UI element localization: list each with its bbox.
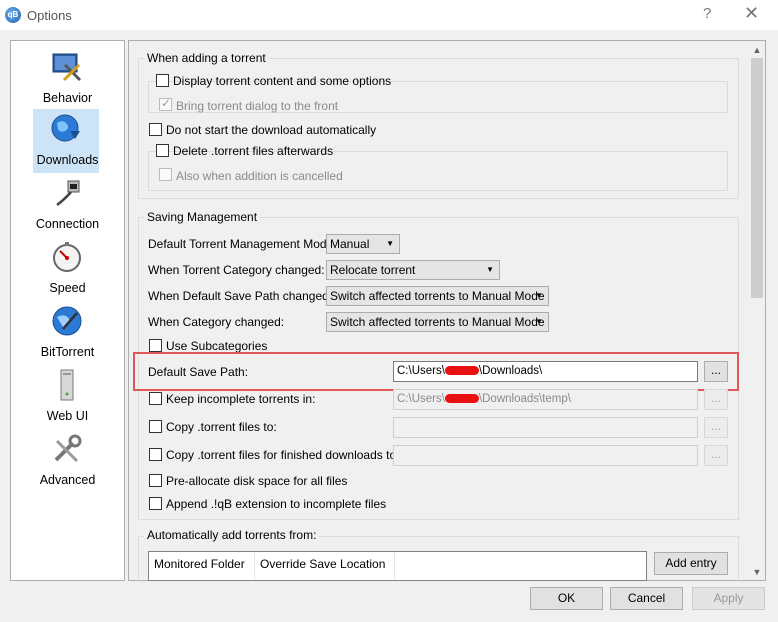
keep-incomplete-checkbox[interactable] bbox=[149, 392, 162, 405]
column-header-monitored-folder[interactable]: Monitored Folder bbox=[149, 552, 255, 579]
nav-label: Speed bbox=[49, 281, 86, 295]
help-button[interactable]: ? bbox=[703, 5, 711, 22]
delete-files-checkbox[interactable] bbox=[156, 144, 169, 157]
options-category-list: Behavior Downloads Connection Speed BitT… bbox=[10, 40, 125, 581]
dropdown-value: Switch affected torrents to Manual Mode bbox=[330, 315, 545, 329]
add-entry-button[interactable]: Add entry bbox=[654, 552, 728, 575]
chevron-down-icon: ▼ bbox=[535, 317, 543, 326]
nav-label: Connection bbox=[35, 217, 100, 231]
auto-add-title: Automatically add torrents from: bbox=[144, 528, 320, 542]
copy-torrent-checkbox[interactable] bbox=[149, 420, 162, 433]
default-path-changed-label: When Default Save Path changed: bbox=[148, 289, 333, 303]
append-ext-label: Append .!qB extension to incomplete file… bbox=[166, 497, 387, 511]
behavior-icon bbox=[52, 53, 82, 82]
append-ext-checkbox[interactable] bbox=[149, 497, 162, 510]
display-content-label: Display torrent content and some options bbox=[173, 74, 392, 88]
nav-label: Downloads bbox=[36, 153, 99, 167]
also-cancelled-label: Also when addition is cancelled bbox=[176, 169, 343, 183]
annotation-highlight-box bbox=[133, 352, 739, 391]
delete-files-label: Delete .torrent files afterwards bbox=[173, 144, 334, 158]
keep-incomplete-input[interactable]: C:\Users\ \Downloads\temp\ bbox=[393, 389, 698, 410]
options-window: qB Options ? ✕ Behavior Downloads Connec… bbox=[0, 0, 778, 622]
adding-torrent-group-title: When adding a torrent bbox=[144, 51, 269, 65]
saving-management-title: Saving Management bbox=[144, 210, 261, 224]
also-cancelled-checkbox[interactable] bbox=[159, 168, 172, 181]
nav-item-advanced[interactable]: Advanced bbox=[11, 429, 124, 493]
no-start-label: Do not start the download automatically bbox=[166, 123, 377, 137]
nav-item-bittorrent[interactable]: BitTorrent bbox=[11, 301, 124, 365]
torrent-management-mode-dropdown[interactable]: Manual ▼ bbox=[326, 234, 400, 254]
nav-item-downloads[interactable]: Downloads bbox=[11, 109, 124, 173]
cancel-button[interactable]: Cancel bbox=[610, 587, 683, 610]
nav-item-webui[interactable]: Web UI bbox=[11, 365, 124, 429]
copy-torrent-input[interactable] bbox=[393, 417, 698, 438]
dropdown-value: Relocate torrent bbox=[330, 263, 416, 277]
category-changed-dropdown[interactable]: Relocate torrent ▼ bbox=[326, 260, 500, 280]
window-title: Options bbox=[27, 8, 72, 23]
use-subcategories-label: Use Subcategories bbox=[166, 339, 268, 353]
dropdown-value: Switch affected torrents to Manual Mode bbox=[330, 289, 545, 303]
keep-incomplete-label: Keep incomplete torrents in: bbox=[166, 392, 316, 406]
default-path-changed-dropdown[interactable]: Switch affected torrents to Manual Mode ▼ bbox=[326, 286, 549, 306]
use-subcategories-checkbox[interactable] bbox=[149, 339, 162, 352]
nav-label: BitTorrent bbox=[40, 345, 95, 359]
dropdown-value: Manual bbox=[330, 237, 370, 251]
qbittorrent-app-icon: qB bbox=[5, 7, 21, 23]
preallocate-checkbox[interactable] bbox=[149, 474, 162, 487]
nav-item-behavior[interactable]: Behavior bbox=[11, 47, 124, 111]
title-bar: qB Options ? ✕ bbox=[0, 0, 778, 30]
no-start-checkbox[interactable] bbox=[149, 123, 162, 136]
category-path-changed-label: When Category changed: bbox=[148, 315, 285, 329]
apply-button[interactable]: Apply bbox=[692, 587, 765, 610]
bring-front-checkbox[interactable] bbox=[159, 96, 172, 111]
chevron-down-icon: ▼ bbox=[486, 265, 494, 274]
copy-finished-checkbox[interactable] bbox=[149, 448, 162, 461]
connection-icon bbox=[56, 180, 80, 206]
nav-item-connection[interactable]: Connection bbox=[11, 173, 124, 237]
nav-label: Web UI bbox=[46, 409, 89, 423]
scroll-up-icon[interactable]: ▲ bbox=[751, 44, 763, 56]
monitored-folders-table[interactable]: Monitored Folder Override Save Location bbox=[148, 551, 647, 581]
scrollbar-thumb[interactable] bbox=[751, 58, 763, 298]
category-changed-label: When Torrent Category changed: bbox=[148, 263, 325, 277]
copy-finished-label: Copy .torrent files for finished downloa… bbox=[166, 448, 400, 462]
path-prefix: C:\Users\ bbox=[397, 393, 445, 405]
close-button[interactable]: ✕ bbox=[744, 3, 759, 24]
keep-incomplete-browse-button[interactable]: ... bbox=[704, 389, 728, 410]
ok-button[interactable]: OK bbox=[530, 587, 603, 610]
category-path-changed-dropdown[interactable]: Switch affected torrents to Manual Mode ▼ bbox=[326, 312, 549, 332]
column-header-override-location[interactable]: Override Save Location bbox=[255, 552, 395, 579]
copy-torrent-browse-button[interactable]: ... bbox=[704, 417, 728, 438]
chevron-down-icon: ▼ bbox=[535, 291, 543, 300]
scroll-down-icon[interactable]: ▼ bbox=[751, 566, 763, 578]
copy-finished-browse-button[interactable]: ... bbox=[704, 445, 728, 466]
redacted-username bbox=[444, 394, 479, 404]
copy-finished-input[interactable] bbox=[393, 445, 698, 466]
copy-torrent-label: Copy .torrent files to: bbox=[166, 420, 277, 434]
downloads-icon bbox=[51, 114, 80, 142]
advanced-icon bbox=[54, 434, 82, 463]
webui-icon bbox=[60, 369, 74, 401]
nav-label: Advanced bbox=[39, 473, 96, 487]
nav-label: Behavior bbox=[42, 91, 93, 105]
nav-item-speed[interactable]: Speed bbox=[11, 237, 124, 301]
path-suffix: \Downloads\temp\ bbox=[478, 393, 571, 405]
bring-front-label: Bring torrent dialog to the front bbox=[176, 99, 339, 113]
preallocate-label: Pre-allocate disk space for all files bbox=[166, 474, 348, 488]
display-content-checkbox[interactable] bbox=[156, 74, 169, 87]
speed-icon bbox=[53, 242, 81, 272]
bittorrent-icon bbox=[52, 306, 82, 336]
chevron-down-icon: ▼ bbox=[386, 239, 394, 248]
torrent-management-mode-label: Default Torrent Management Mode: bbox=[148, 237, 337, 251]
